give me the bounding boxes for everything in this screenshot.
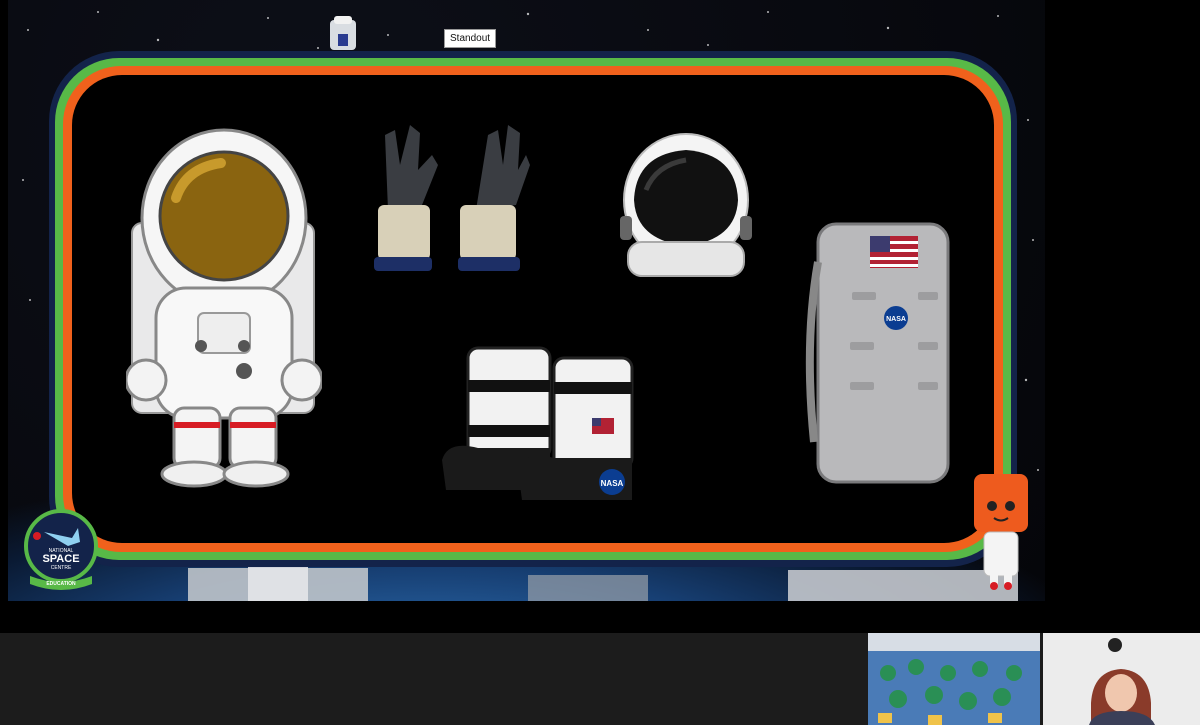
space-helmet-image (620, 133, 752, 277)
classroom-video-image (868, 633, 1040, 725)
presenter-video-image (1043, 633, 1200, 725)
logo-line-3: CENTRE (51, 565, 72, 571)
participant-video-classroom[interactable] (868, 633, 1040, 725)
standout-tooltip: Standout (444, 29, 497, 48)
robot-mascot-image (974, 474, 1028, 590)
nasa-badge-text: NASA (886, 316, 906, 323)
station-module-icon (330, 16, 356, 50)
nasa-badge-text: NASA (601, 479, 624, 488)
slide-background: NASA NASA (8, 0, 1045, 601)
participant-video-presenter[interactable] (1043, 633, 1200, 725)
national-space-centre-logo: NATIONAL SPACE CENTRE EDUCATION (24, 509, 98, 590)
life-support-backpack-image: NASA (805, 222, 950, 484)
spacesuit-gloves-image (374, 125, 530, 271)
logo-ribbon: EDUCATION (46, 581, 76, 587)
astronaut-cartoon-image (126, 128, 322, 488)
logo-line-2: SPACE (42, 553, 79, 565)
space-boots-image: NASA (442, 346, 634, 500)
